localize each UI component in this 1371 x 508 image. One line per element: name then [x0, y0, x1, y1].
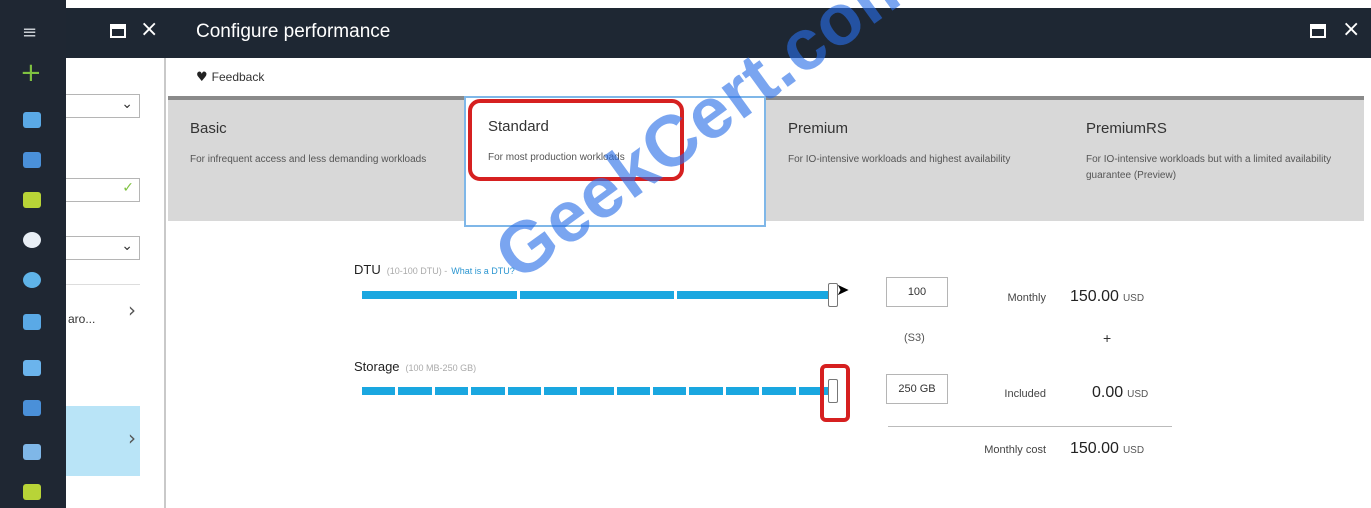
- security-icon[interactable]: [23, 484, 41, 500]
- chevron-right-icon: ›: [128, 426, 136, 450]
- storage-value-input[interactable]: 250 GB: [886, 374, 948, 404]
- recent-icon[interactable]: [23, 232, 41, 248]
- slider-segment: [507, 387, 541, 395]
- nav-rail: ≡ +: [0, 0, 66, 508]
- slider-segment: [434, 387, 469, 395]
- slider-segment: [362, 291, 517, 299]
- validated-field[interactable]: ✓: [66, 178, 140, 202]
- highlight-box: [468, 99, 684, 181]
- currency: USD: [1122, 293, 1145, 304]
- left-blade: ⌄ ✓ ⌄ › aro... ›: [66, 58, 166, 508]
- monthly-cost-label: Monthly cost: [984, 444, 1046, 456]
- tier-description: For infrequent access and less demanding…: [190, 154, 427, 165]
- slider-segment: [519, 291, 675, 299]
- dropdown[interactable]: ⌄: [66, 94, 140, 118]
- dtu-value-input[interactable]: 100: [886, 277, 948, 307]
- chevron-down-icon: ⌄: [121, 238, 133, 254]
- dtu-title: DTU: [354, 262, 381, 277]
- selected-item[interactable]: ›: [66, 406, 140, 476]
- feedback-button[interactable]: ♥ Feedback: [196, 70, 264, 85]
- monthly-amount: 150.00: [1070, 288, 1119, 305]
- storage-icon[interactable]: [23, 444, 41, 460]
- slider-segment: [471, 387, 505, 395]
- slider-segment: [616, 387, 651, 395]
- divider: [66, 284, 140, 285]
- app-services-icon[interactable]: [23, 272, 41, 288]
- currency: USD: [1122, 445, 1145, 456]
- dtu-range: (10-100 DTU) -: [386, 266, 448, 276]
- plus-sign: +: [1103, 330, 1112, 346]
- slider-segment: [398, 387, 432, 395]
- mouse-cursor-icon: ➤: [836, 280, 850, 299]
- tier-premiumrs[interactable]: PremiumRS For IO-intensive workloads but…: [1064, 100, 1364, 225]
- tier-name: Basic: [190, 120, 227, 137]
- tier-name: Premium: [788, 120, 849, 137]
- sql-database-icon[interactable]: [23, 400, 41, 416]
- storage-label: Storage (100 MB-250 GB): [354, 359, 476, 374]
- resource-group-icon[interactable]: [23, 152, 41, 168]
- pricing-tier-selector: Basic For infrequent access and less dem…: [168, 96, 1364, 227]
- monthly-price: 150.00 USD: [1070, 288, 1144, 306]
- tier-description: For IO-intensive workloads but with a li…: [1086, 154, 1332, 181]
- chevron-right-icon[interactable]: ›: [128, 298, 136, 322]
- currency: USD: [1127, 389, 1149, 400]
- monthly-label: Monthly: [1007, 292, 1046, 304]
- virtual-machines-icon[interactable]: [23, 314, 41, 330]
- slider-segment: [725, 387, 760, 395]
- storage-slider-track[interactable]: [362, 387, 832, 395]
- slider-segment: [653, 387, 687, 395]
- close-icon[interactable]: ×: [1342, 17, 1360, 43]
- monthly-cost-total: 150.00 USD: [1070, 440, 1144, 458]
- included-label: Included: [1004, 388, 1046, 400]
- cloud-services-icon[interactable]: [23, 360, 41, 376]
- divider: [888, 426, 1172, 427]
- dtu-help-link[interactable]: What is a DTU?: [451, 266, 515, 276]
- dtu-label: DTU (10-100 DTU) - What is a DTU?: [354, 262, 515, 277]
- total-amount: 150.00: [1070, 440, 1119, 457]
- blade-title: Configure performance: [196, 21, 391, 42]
- dashboard-icon[interactable]: [23, 112, 41, 128]
- slider-segment: [362, 387, 396, 395]
- slider-segment: [543, 387, 578, 395]
- maximize-icon[interactable]: [110, 24, 126, 38]
- check-icon: ✓: [122, 180, 134, 196]
- dtu-slider-track[interactable]: [362, 291, 832, 299]
- storage-range: (100 MB-250 GB): [405, 363, 477, 373]
- included-price: 0.00 USD: [1092, 384, 1148, 402]
- included-amount: 0.00: [1092, 384, 1124, 401]
- all-resources-icon[interactable]: [23, 192, 41, 208]
- slider-segment: [762, 387, 796, 395]
- menu-icon[interactable]: ≡: [22, 24, 42, 42]
- tier-premium[interactable]: Premium For IO-intensive workloads and h…: [766, 100, 1064, 225]
- tier-basic[interactable]: Basic For infrequent access and less dem…: [168, 100, 464, 225]
- tier-name: PremiumRS: [1086, 120, 1167, 137]
- slider-segment: [689, 387, 723, 395]
- blade-header: × Configure performance ×: [66, 8, 1371, 58]
- slider-segment: [677, 291, 832, 299]
- highlight-box: [820, 364, 850, 422]
- dropdown[interactable]: ⌄: [66, 236, 140, 260]
- azure-portal: ≡ + × Configure performance × ⌄ ✓ ⌄ › ar…: [0, 0, 1371, 508]
- storage-title: Storage: [354, 359, 400, 374]
- truncated-label: aro...: [68, 312, 96, 326]
- slider-segment: [580, 387, 614, 395]
- chevron-down-icon: ⌄: [121, 96, 133, 112]
- heart-icon: ♥: [196, 70, 208, 85]
- close-icon[interactable]: ×: [140, 17, 158, 43]
- tier-description: For IO-intensive workloads and highest a…: [788, 154, 1011, 165]
- feedback-label: Feedback: [211, 70, 265, 84]
- maximize-icon[interactable]: [1310, 24, 1326, 38]
- plus-icon[interactable]: +: [20, 60, 42, 86]
- tier-code: (S3): [904, 332, 925, 344]
